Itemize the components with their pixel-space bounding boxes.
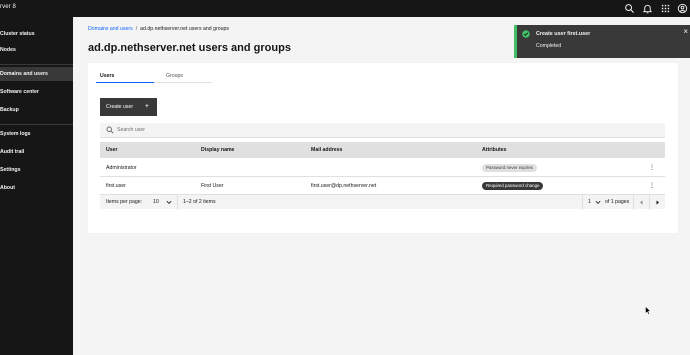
table-row[interactable]: Administrator Password never expires ⋮ [100,159,665,177]
mouse-cursor-icon [645,306,651,315]
breadcrumb-separator: / [135,26,138,32]
create-user-label: Create user [106,104,134,110]
cell-mail: first.user@dp.nethserver.net [311,183,377,189]
user-icon[interactable] [677,3,688,14]
sidebar-item-audit-trail[interactable]: Audit trail [0,145,73,159]
sidebar-divider [0,64,73,65]
overflow-menu-icon[interactable]: ⋮ [649,159,655,177]
sidebar-item-system-logs[interactable]: System logs [0,127,73,141]
cell-user: Administrator [106,165,137,171]
search-bar [100,123,665,138]
toast-title: Create user first.user [536,31,591,37]
checkmark-filled-icon [522,30,530,38]
items-per-page-select[interactable]: 10 [153,195,159,210]
column-header-user[interactable]: User [106,142,118,158]
breadcrumb-current: ad.dp.nethserver.net users and groups [140,26,229,32]
of-pages: of 1 pages [605,199,630,205]
breadcrumb: Domains and users / ad.dp.nethserver.net u… [88,26,229,32]
sidebar-item-about[interactable]: About [0,181,73,195]
tab-users[interactable]: Users [96,69,154,83]
page-title: ad.dp.nethserver.net users and groups [88,42,291,54]
tab-list: Users Groups [96,69,214,83]
divider [633,195,634,210]
divider [649,195,650,210]
app-switcher-icon[interactable] [660,3,671,14]
bell-icon[interactable] [642,3,653,14]
close-icon[interactable]: × [683,28,688,36]
create-user-button[interactable]: Create user + [100,98,157,116]
sidebar-item-cluster-status[interactable]: Cluster status [0,27,73,41]
column-header-attributes[interactable]: Attributes [482,142,507,158]
chevron-down-icon[interactable] [595,200,601,205]
tab-groups[interactable]: Groups [154,69,212,83]
plus-icon: + [144,103,149,110]
chevron-down-icon[interactable] [166,200,172,205]
next-page-icon[interactable] [655,200,660,205]
sidebar-item-nodes[interactable]: Nodes [0,43,73,57]
search-icon[interactable] [624,3,635,14]
search-input[interactable] [117,123,657,137]
items-range: 1–2 of 2 items [183,199,216,205]
table-row[interactable]: first.user First User first.user@dp.neth… [100,177,665,195]
attribute-tag: Required password change [482,182,544,190]
overflow-menu-icon[interactable]: ⋮ [649,177,655,195]
cell-user: first.user [106,183,126,189]
table-header: User Display name Mail address Attribute… [100,142,665,158]
cell-display-name: First User [201,183,224,189]
sidebar-item-settings[interactable]: Settings [0,163,73,177]
previous-page-icon[interactable] [639,200,644,205]
app-brand[interactable]: rver 8 [0,4,16,10]
top-header: rver 8 [0,0,690,17]
sidebar-divider [0,124,73,125]
items-per-page-label: Items per page: [106,199,143,205]
users-card: Users Groups Create user + User Display … [88,63,678,233]
pagination: Items per page: 10 1–2 of 2 items 1 of 1… [100,194,665,210]
page-select[interactable]: 1 [588,195,591,210]
column-header-mail-address[interactable]: Mail address [311,142,342,158]
sidebar-item-backup[interactable]: Backup [0,103,73,117]
search-icon [106,126,114,134]
toast-subtitle: Completed [536,43,562,49]
attribute-tag: Password never expires [482,164,537,172]
divider [177,195,178,210]
sidebar-item-domains-and-users[interactable]: Domains and users [0,67,73,81]
sidebar: Cluster status Nodes Domains and users S… [0,17,73,355]
divider [582,195,583,210]
breadcrumb-link-domains[interactable]: Domains and users [88,26,133,32]
toast-notification: Create user first.user Completed × [514,25,690,58]
column-header-display-name[interactable]: Display name [201,142,234,158]
sidebar-item-software-center[interactable]: Software center [0,85,73,99]
